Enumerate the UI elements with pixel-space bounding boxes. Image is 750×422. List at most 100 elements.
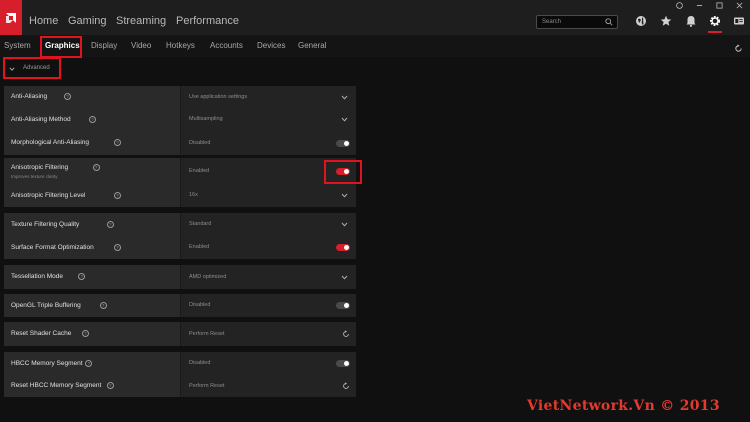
toggle-knob bbox=[344, 141, 349, 146]
setting-row-anisotropic-filtering-level: Anisotropic Filtering Level? 16x bbox=[4, 184, 356, 207]
help-icon[interactable]: ? bbox=[113, 139, 121, 146]
setting-row-reset-hbcc-memory-segment: Reset HBCC Memory Segment? Perform Reset bbox=[4, 375, 356, 397]
setting-label-cell: Reset Shader Cache? bbox=[4, 322, 180, 346]
search-placeholder: Search bbox=[542, 19, 562, 25]
toggle-switch[interactable] bbox=[336, 140, 350, 147]
tab-hotkeys[interactable]: Hotkeys bbox=[166, 41, 195, 50]
setting-row-hbcc-memory-segment: HBCC Memory Segment? Disabled bbox=[4, 352, 356, 375]
nav-gaming[interactable]: Gaming bbox=[68, 15, 107, 27]
help-icon[interactable]: ? bbox=[85, 360, 93, 367]
chevron-down-icon[interactable] bbox=[341, 193, 348, 198]
minimize-button[interactable] bbox=[694, 1, 704, 10]
setting-control-cell[interactable]: Standard bbox=[180, 213, 356, 236]
setting-label: Anti-Aliasing Method bbox=[11, 116, 71, 123]
help-icon[interactable]: ? bbox=[113, 244, 121, 251]
setting-control-cell[interactable]: Enabled bbox=[180, 236, 356, 259]
setting-control-cell[interactable]: Multisampling bbox=[180, 108, 356, 131]
bell-icon[interactable] bbox=[684, 14, 698, 28]
star-icon[interactable] bbox=[659, 14, 673, 28]
chevron-down-icon[interactable] bbox=[341, 222, 348, 227]
nav-home[interactable]: Home bbox=[29, 15, 58, 27]
tab-video[interactable]: Video bbox=[131, 41, 151, 50]
setting-label: HBCC Memory Segment bbox=[11, 360, 83, 367]
setting-value: Disabled bbox=[189, 140, 211, 146]
toggle-switch[interactable] bbox=[336, 360, 350, 367]
tab-system[interactable]: System bbox=[4, 41, 31, 50]
setting-label: Texture Filtering Quality bbox=[11, 221, 80, 228]
globe-icon[interactable] bbox=[634, 14, 648, 28]
setting-label-cell: OpenGL Triple Buffering? bbox=[4, 294, 180, 317]
help-icon[interactable]: ? bbox=[78, 273, 86, 280]
top-bar: Home Gaming Streaming Performance Search bbox=[0, 0, 750, 35]
tab-display[interactable]: Display bbox=[91, 41, 117, 50]
setting-label-cell: HBCC Memory Segment? bbox=[4, 352, 180, 375]
help-icon[interactable]: ? bbox=[92, 164, 100, 171]
setting-control-cell[interactable]: Perform Reset bbox=[180, 322, 356, 346]
help-icon[interactable]: ? bbox=[99, 302, 107, 309]
gear-icon[interactable] bbox=[708, 14, 722, 28]
setting-value: Disabled bbox=[189, 360, 211, 366]
setting-control-cell[interactable]: Disabled bbox=[180, 294, 356, 317]
search-input[interactable]: Search bbox=[536, 15, 618, 29]
reset-icon[interactable] bbox=[342, 330, 350, 338]
setting-value: Standard bbox=[189, 221, 212, 227]
setting-row-anti-aliasing: Anti-Aliasing? Use application settings bbox=[4, 86, 356, 108]
setting-control-cell[interactable]: 16x bbox=[180, 184, 356, 207]
setting-control-cell[interactable]: Disabled bbox=[180, 131, 356, 155]
setting-value: Perform Reset bbox=[189, 331, 225, 337]
setting-label: Tessellation Mode bbox=[11, 273, 64, 280]
help-window-icon[interactable] bbox=[674, 1, 684, 10]
setting-label-cell: Morphological Anti-Aliasing? bbox=[4, 131, 180, 155]
setting-value: Multisampling bbox=[189, 116, 223, 122]
setting-row-reset-shader-cache: Reset Shader Cache? Perform Reset bbox=[4, 322, 356, 346]
tab-accounts[interactable]: Accounts bbox=[210, 41, 243, 50]
setting-label-cell: Anti-Aliasing? bbox=[4, 86, 180, 108]
setting-control-cell[interactable]: AMD optimized bbox=[180, 265, 356, 289]
setting-label: Anisotropic Filtering bbox=[11, 164, 69, 171]
settings-tab-bar: System Graphics Display Video Hotkeys Ac… bbox=[0, 35, 750, 57]
tab-devices[interactable]: Devices bbox=[257, 41, 285, 50]
setting-control-cell[interactable]: Perform Reset bbox=[180, 375, 356, 397]
setting-row-morphological-anti-aliasing: Morphological Anti-Aliasing? Disabled bbox=[4, 131, 356, 155]
gear-active-indicator bbox=[708, 31, 722, 33]
setting-control-cell[interactable]: Disabled bbox=[180, 352, 356, 375]
reset-all-icon[interactable] bbox=[734, 40, 744, 52]
setting-value: Disabled bbox=[189, 302, 211, 308]
setting-value: Enabled bbox=[189, 244, 210, 250]
reset-icon[interactable] bbox=[342, 382, 350, 390]
help-icon[interactable]: ? bbox=[81, 330, 89, 337]
setting-row-surface-format-optimization: Surface Format Optimization? Enabled bbox=[4, 236, 356, 259]
setting-label-cell: Reset HBCC Memory Segment? bbox=[4, 375, 180, 397]
setting-label: Anisotropic Filtering Level bbox=[11, 192, 86, 199]
toggle-switch[interactable] bbox=[336, 244, 350, 251]
setting-row-texture-filtering-quality: Texture Filtering Quality? Standard bbox=[4, 213, 356, 236]
maximize-button[interactable] bbox=[714, 1, 724, 10]
highlight-advanced bbox=[3, 57, 61, 79]
setting-row-tessellation-mode: Tessellation Mode? AMD optimized bbox=[4, 265, 356, 289]
account-card-icon[interactable] bbox=[732, 14, 746, 28]
amd-logo[interactable] bbox=[0, 0, 22, 35]
close-button[interactable] bbox=[734, 1, 744, 10]
help-icon[interactable]: ? bbox=[113, 192, 121, 199]
toggle-switch[interactable] bbox=[336, 302, 350, 309]
setting-value: Enabled bbox=[189, 168, 210, 174]
setting-label-cell: Anisotropic Filtering? Improves texture c… bbox=[4, 158, 180, 184]
setting-label-cell: Anisotropic Filtering Level? bbox=[4, 184, 180, 207]
toggle-knob bbox=[344, 245, 349, 250]
nav-performance[interactable]: Performance bbox=[176, 15, 239, 27]
setting-label: Morphological Anti-Aliasing bbox=[11, 139, 90, 146]
chevron-down-icon[interactable] bbox=[341, 117, 348, 122]
setting-row-anisotropic-filtering: Anisotropic Filtering? Improves texture c… bbox=[4, 158, 356, 184]
highlight-anisotropic-toggle bbox=[324, 160, 362, 184]
nav-streaming[interactable]: Streaming bbox=[116, 15, 166, 27]
chevron-down-icon[interactable] bbox=[341, 275, 348, 280]
help-icon[interactable]: ? bbox=[64, 93, 72, 100]
tab-general[interactable]: General bbox=[298, 41, 326, 50]
chevron-down-icon[interactable] bbox=[341, 95, 348, 100]
help-icon[interactable]: ? bbox=[106, 382, 114, 389]
help-icon[interactable]: ? bbox=[89, 116, 96, 123]
setting-control-cell[interactable]: Use application settings bbox=[180, 86, 356, 108]
help-icon[interactable]: ? bbox=[106, 221, 114, 228]
setting-label-cell: Surface Format Optimization? bbox=[4, 236, 180, 259]
setting-label: Anti-Aliasing bbox=[11, 93, 48, 100]
